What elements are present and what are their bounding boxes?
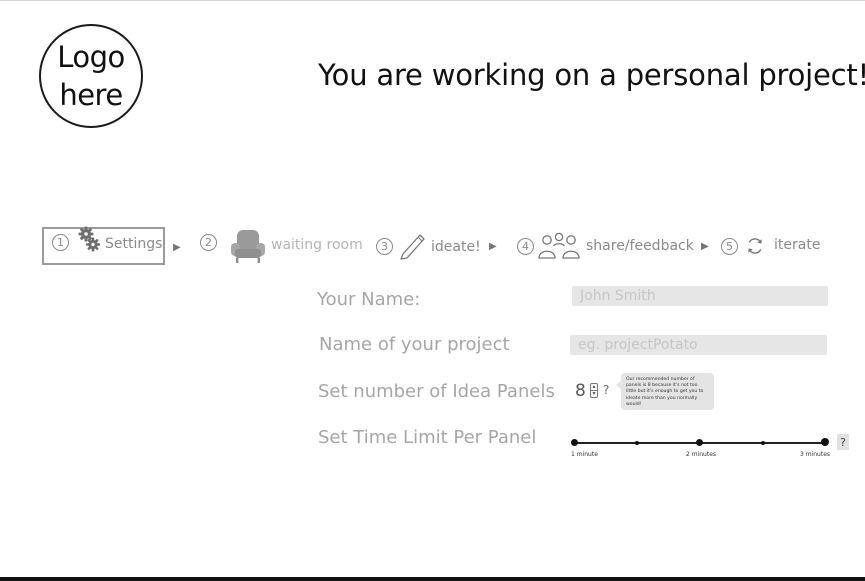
idea-panels-stepper[interactable]: ▴ ▾ — [590, 383, 598, 398]
tick-label-3: 3 minutes — [800, 451, 831, 458]
step-ideate[interactable]: 3 ideate! — [376, 233, 481, 260]
logo-line-1: Logo — [57, 40, 125, 74]
idea-panels-help-icon[interactable]: ? — [603, 383, 609, 397]
logo: Logo here — [39, 24, 143, 128]
slider-stop-2[interactable] — [696, 439, 703, 446]
bottom-border — [0, 577, 865, 581]
idea-panels-tooltip: Our recommended number of panels is 8 be… — [616, 373, 714, 410]
idea-panels-value[interactable]: 8 — [575, 381, 586, 401]
step-iterate[interactable]: 5 iterate — [721, 236, 820, 256]
step-label: share/feedback — [586, 238, 694, 254]
time-limit-label: Set Time Limit Per Panel — [318, 427, 537, 448]
slider-stop-1[interactable] — [571, 439, 578, 446]
project-name-input[interactable] — [570, 335, 827, 355]
your-name-label: Your Name: — [317, 289, 421, 310]
step-settings[interactable]: 1 Settings — [52, 226, 163, 253]
slider-substop[interactable] — [761, 441, 765, 445]
step-number: 5 — [721, 237, 738, 255]
step-number: 4 — [517, 237, 534, 255]
slider-handle[interactable] — [821, 438, 829, 446]
pencil-icon — [400, 234, 425, 260]
logo-line-2: here — [59, 78, 123, 112]
your-name-input[interactable] — [572, 286, 828, 306]
step-waiting-room[interactable]: 2 waiting room — [200, 228, 363, 264]
gears-icon — [78, 226, 100, 252]
step-label: Settings — [105, 236, 163, 252]
step-arrow-icon: ▶ — [173, 242, 181, 253]
people-icon — [538, 232, 580, 259]
step-arrow-icon: ▶ — [489, 241, 497, 252]
step-number: 3 — [376, 238, 393, 255]
step-arrow-icon: ▶ — [701, 241, 709, 252]
idea-panels-label: Set number of Idea Panels — [318, 381, 555, 402]
top-border — [0, 0, 865, 1]
armchair-icon — [231, 230, 265, 263]
step-number: 2 — [200, 233, 217, 251]
time-limit-help-icon[interactable]: ? — [837, 434, 849, 450]
step-label: ideate! — [431, 238, 481, 255]
refresh-icon — [748, 238, 762, 254]
step-share-feedback[interactable]: 4 share/feedback — [517, 232, 694, 259]
step-label: iterate — [774, 237, 821, 253]
step-label: waiting room — [271, 236, 363, 253]
slider-substop[interactable] — [635, 441, 639, 445]
tick-label-2: 2 minutes — [686, 451, 717, 458]
page-title: You are working on a personal project! — [318, 58, 865, 92]
decrement-icon[interactable]: ▾ — [591, 390, 597, 397]
project-name-label: Name of your project — [319, 334, 510, 355]
tick-label-1: 1 minute — [571, 451, 598, 458]
step-number: 1 — [52, 234, 69, 251]
